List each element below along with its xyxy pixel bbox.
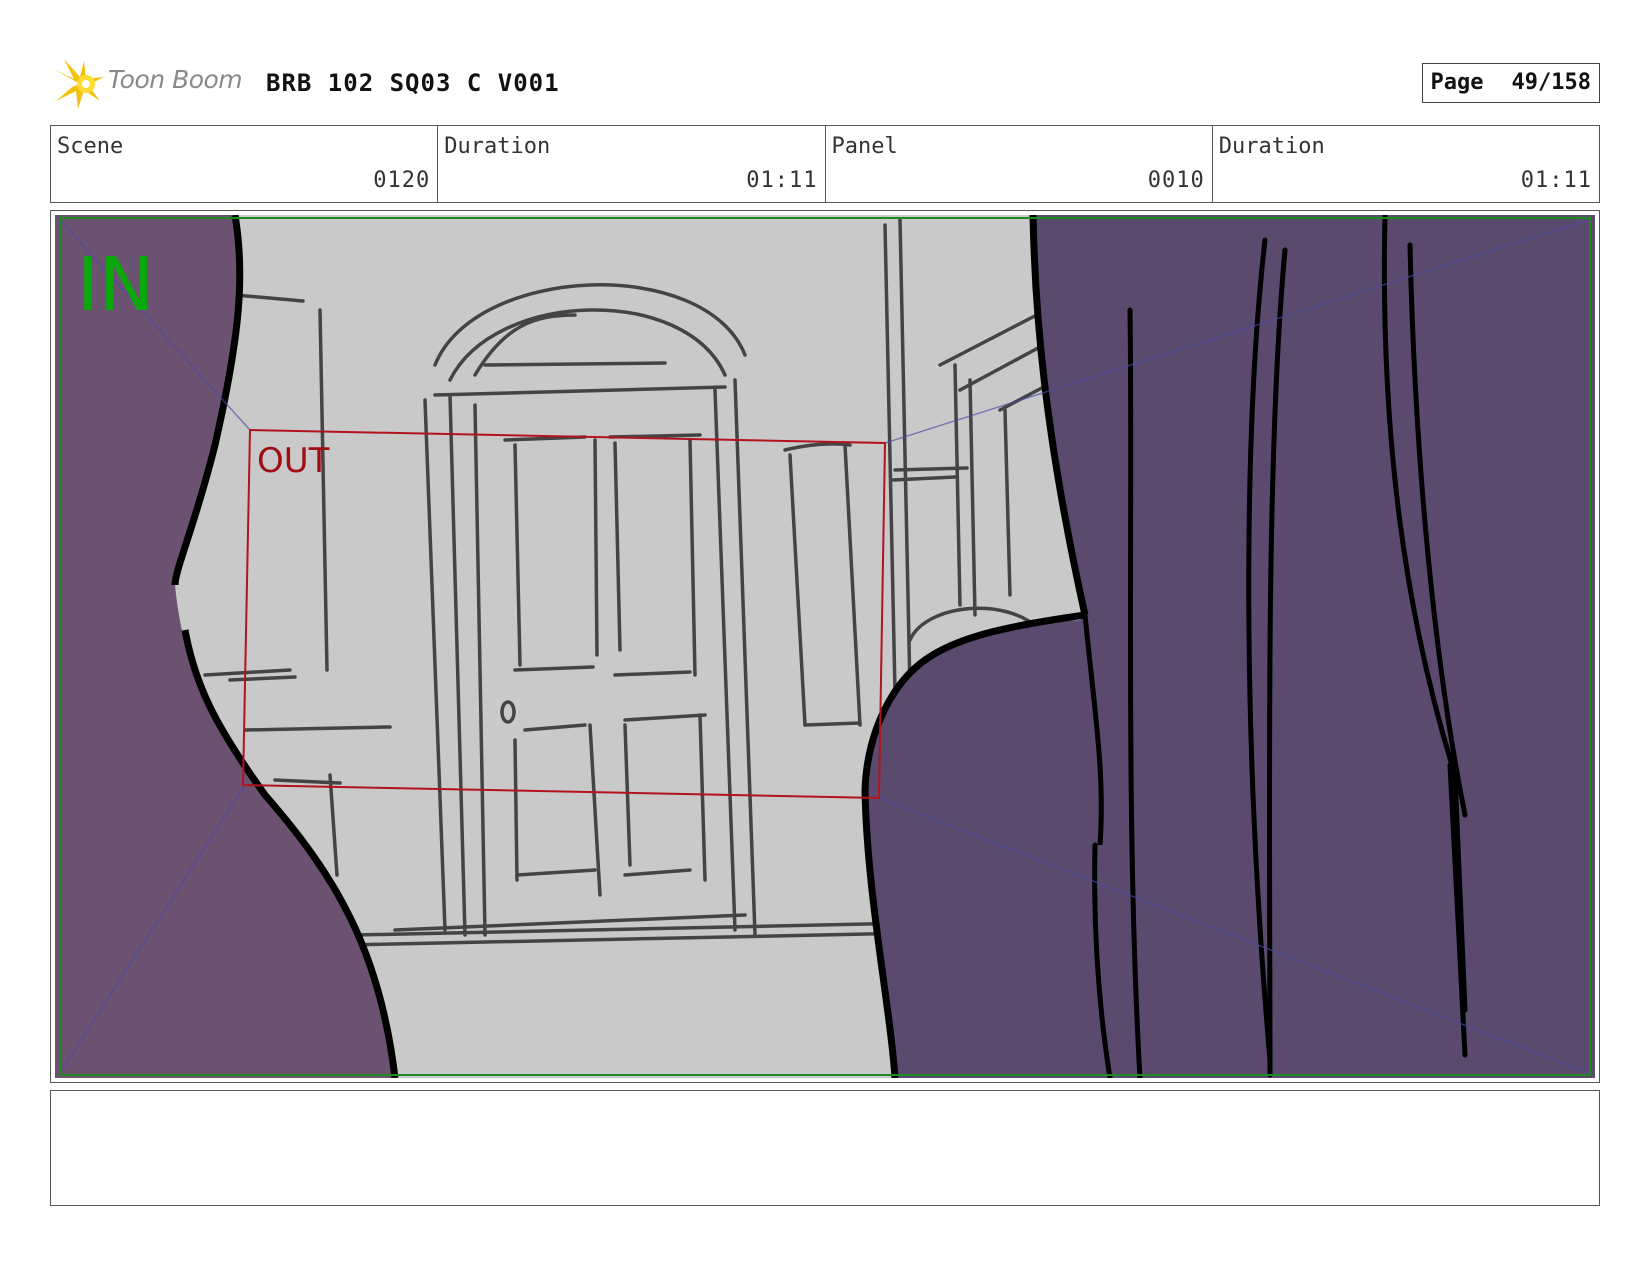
scene-value: 0120 — [373, 168, 431, 193]
logo-text: Toon Boom — [108, 65, 243, 94]
scene-label: Scene — [57, 134, 124, 159]
panel-value: 0010 — [1147, 168, 1205, 193]
starburst-icon — [54, 59, 104, 109]
storyboard-panel: OUT IN — [50, 210, 1600, 1083]
out-label: OUT — [257, 441, 330, 481]
panel-cell: Panel 0010 — [826, 126, 1213, 202]
panel-duration-label: Duration — [1218, 134, 1325, 159]
page-label: Page — [1430, 70, 1484, 95]
scene-duration-value: 01:11 — [746, 168, 818, 193]
document-title: BRB 102 SQ03 C V001 — [266, 69, 560, 97]
page-header: Toon Boom BRB 102 SQ03 C V001 Page 49/158 — [50, 55, 1600, 115]
panel-drawing: OUT IN — [55, 215, 1595, 1078]
scene-duration-label: Duration — [444, 134, 551, 159]
panel-duration-cell: Duration 01:11 — [1213, 126, 1599, 202]
scene-cell: Scene 0120 — [51, 126, 439, 202]
scene-info-table: Scene 0120 Duration 01:11 Panel 0010 Dur… — [50, 125, 1600, 203]
panel-label: Panel — [831, 134, 898, 159]
page-number: 49/158 — [1511, 70, 1591, 95]
page-indicator: Page 49/158 — [1421, 63, 1600, 103]
in-label: IN — [77, 242, 154, 328]
scene-duration-cell: Duration 01:11 — [438, 126, 826, 202]
toon-boom-logo: Toon Boom — [50, 55, 250, 111]
panel-duration-value: 01:11 — [1520, 168, 1592, 193]
panel-notes-box — [50, 1090, 1600, 1206]
